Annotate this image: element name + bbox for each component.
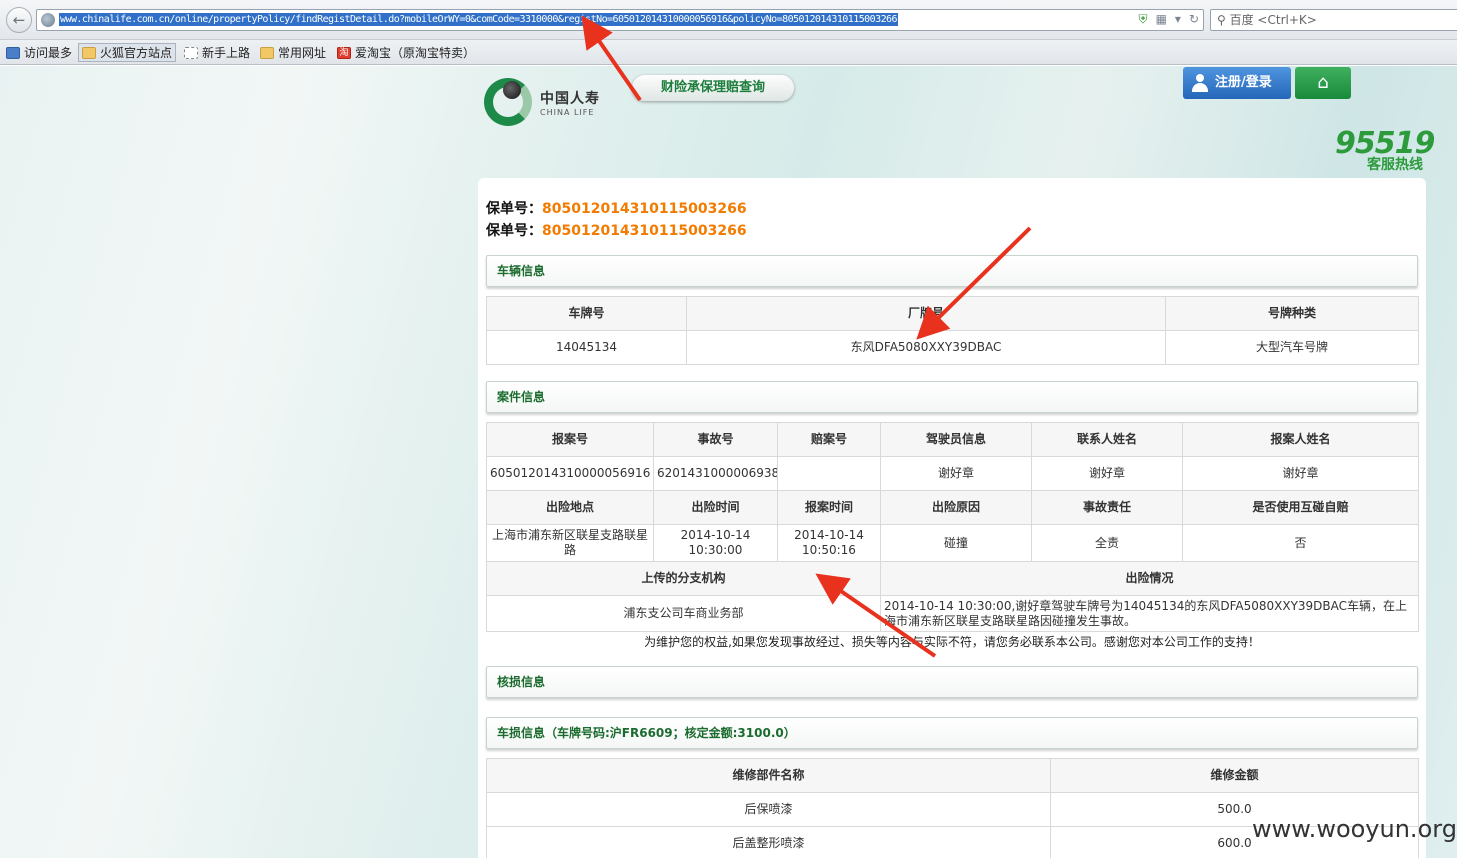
bookmark-aitaobao[interactable]: 淘爱淘宝（原淘宝特卖） xyxy=(334,43,478,62)
table-header-cell: 赔案号 xyxy=(777,422,881,457)
table-cell: 2014-10-14 10:50:16 xyxy=(777,524,881,562)
assessment-section-header: 核损信息 xyxy=(486,666,1418,698)
table-cell: 605012014310000056916 xyxy=(486,456,654,491)
table-header-cell: 出险情况 xyxy=(880,561,1419,596)
damage-section-header: 车损信息（车牌号码:沪FR6609；核定金额:3100.0） xyxy=(486,717,1418,749)
table-cell: 后盖整形喷漆 xyxy=(486,826,1051,858)
notice-text: 为维护您的权益,如果您发现事故经过、损失等内容与实际不符，请您务必联系本公司。感… xyxy=(644,635,1260,649)
table-header-cell: 车牌号 xyxy=(486,296,687,331)
table-cell: 谢好章 xyxy=(1182,456,1419,491)
table-header-cell: 报案人姓名 xyxy=(1182,422,1419,457)
url-text[interactable]: www.chinalife.com.cn/online/propertyPoli… xyxy=(59,13,898,26)
damage-table: 维修部件名称 维修金额 后保喷漆 500.0 后盖整形喷漆 600.0 xyxy=(486,758,1419,858)
home-icon: ⌂ xyxy=(1317,72,1329,93)
back-arrow-icon[interactable]: ← xyxy=(6,7,32,33)
bookmarks-bar: 访问最多 火狐官方站点 新手上路 常用网址 淘爱淘宝（原淘宝特卖） xyxy=(0,40,1457,65)
vehicle-table: 车牌号 厂牌号 号牌种类 14045134 东风DFA5080XXY39DBAC… xyxy=(486,296,1419,365)
table-header-cell: 报案号 xyxy=(486,422,654,457)
register-login-button[interactable]: 注册/登录 xyxy=(1183,67,1291,99)
policy-number-block: 保单号：805012014310115003266 保单号：8050120143… xyxy=(486,201,747,239)
page-banner-title: 财险承保理赔查询 xyxy=(632,75,794,101)
folder-icon xyxy=(260,46,274,59)
table-cell: 14045134 xyxy=(486,330,687,365)
watermark: www.wooyun.org xyxy=(1252,815,1457,843)
page-icon xyxy=(184,46,198,59)
detail-panel: 保单号：805012014310115003266 保单号：8050120143… xyxy=(478,178,1426,858)
qr-code-icon[interactable]: ▦ xyxy=(1156,12,1167,26)
china-life-logo[interactable]: 中国人寿 CHINA LIFE xyxy=(484,78,624,128)
table-cell: 后保喷漆 xyxy=(486,792,1051,827)
table-cell: 东风DFA5080XXY39DBAC xyxy=(686,330,1166,365)
table-cell: 谢好章 xyxy=(880,456,1032,491)
table-cell: 谢好章 xyxy=(1031,456,1183,491)
table-header-cell: 厂牌号 xyxy=(686,296,1166,331)
bookmark-most-visited[interactable]: 访问最多 xyxy=(3,43,75,62)
table-header-cell: 上传的分支机构 xyxy=(486,561,881,596)
reload-icon[interactable]: ↻ xyxy=(1189,12,1199,26)
policy-number: 805012014310115003266 xyxy=(542,223,747,239)
dropdown-arrow-icon[interactable]: ▾ xyxy=(1175,12,1181,26)
bookmark-common-sites[interactable]: 常用网址 xyxy=(257,43,329,62)
accident-description: 2014-10-14 10:30:00,谢好章驾驶车牌号为14045134的东风… xyxy=(880,595,1419,632)
search-icon: ⚲ xyxy=(1217,13,1230,27)
table-header-cell: 报案时间 xyxy=(777,490,881,525)
page-content: 中国人寿 CHINA LIFE 财险承保理赔查询 注册/登录 ⌂ 95519 客… xyxy=(0,66,1457,858)
table-cell: 62014310000069380 xyxy=(653,456,778,491)
search-box[interactable]: ⚲ 百度 <Ctrl+K> xyxy=(1210,9,1457,31)
table-header-cell: 联系人姓名 xyxy=(1031,422,1183,457)
logo-mark-icon xyxy=(484,78,532,126)
table-header-cell: 出险时间 xyxy=(653,490,778,525)
taobao-icon: 淘 xyxy=(337,46,351,59)
address-bar[interactable]: www.chinalife.com.cn/online/propertyPoli… xyxy=(36,9,1204,31)
folder-icon xyxy=(82,46,96,59)
table-header-cell: 号牌种类 xyxy=(1165,296,1419,331)
bookmark-firefox-official[interactable]: 火狐官方站点 xyxy=(78,43,177,62)
table-cell xyxy=(777,456,881,491)
table-header-cell: 驾驶员信息 xyxy=(880,422,1032,457)
table-cell: 2014-10-14 10:30:00 xyxy=(653,524,778,562)
table-header-cell: 出险原因 xyxy=(880,490,1032,525)
table-header-cell: 维修部件名称 xyxy=(486,758,1051,793)
bookmark-icon xyxy=(6,46,20,59)
hotline-label: 客服热线 xyxy=(1367,157,1423,173)
table-cell: 否 xyxy=(1182,524,1419,562)
table-header-cell: 维修金额 xyxy=(1050,758,1419,793)
table-header-cell: 出险地点 xyxy=(486,490,654,525)
user-icon xyxy=(1191,74,1209,92)
case-section-header: 案件信息 xyxy=(486,381,1418,413)
case-table: 报案号 事故号 赔案号 驾驶员信息 联系人姓名 报案人姓名 6050120143… xyxy=(486,422,1419,632)
table-cell: 浦东支公司车商业务部 xyxy=(486,595,881,632)
vehicle-section-header: 车辆信息 xyxy=(486,255,1418,287)
browser-toolbar: ← www.chinalife.com.cn/online/propertyPo… xyxy=(0,0,1457,40)
table-header-cell: 事故责任 xyxy=(1031,490,1183,525)
table-cell: 全责 xyxy=(1031,524,1183,562)
bookmark-getting-started[interactable]: 新手上路 xyxy=(181,43,253,62)
table-cell: 大型汽车号牌 xyxy=(1165,330,1419,365)
search-placeholder: 百度 <Ctrl+K> xyxy=(1229,13,1317,27)
hotline-badge: 95519 客服热线 xyxy=(1335,126,1435,174)
policy-number: 805012014310115003266 xyxy=(542,201,747,217)
table-cell: 碰撞 xyxy=(880,524,1032,562)
table-header-cell: 是否使用互碰自赔 xyxy=(1182,490,1419,525)
globe-icon xyxy=(41,13,55,27)
home-button[interactable]: ⌂ xyxy=(1295,67,1351,99)
table-cell: 上海市浦东新区联星支路联星路 xyxy=(486,524,654,562)
shield-icon[interactable]: ⛨ xyxy=(1139,12,1148,26)
table-header-cell: 事故号 xyxy=(653,422,778,457)
